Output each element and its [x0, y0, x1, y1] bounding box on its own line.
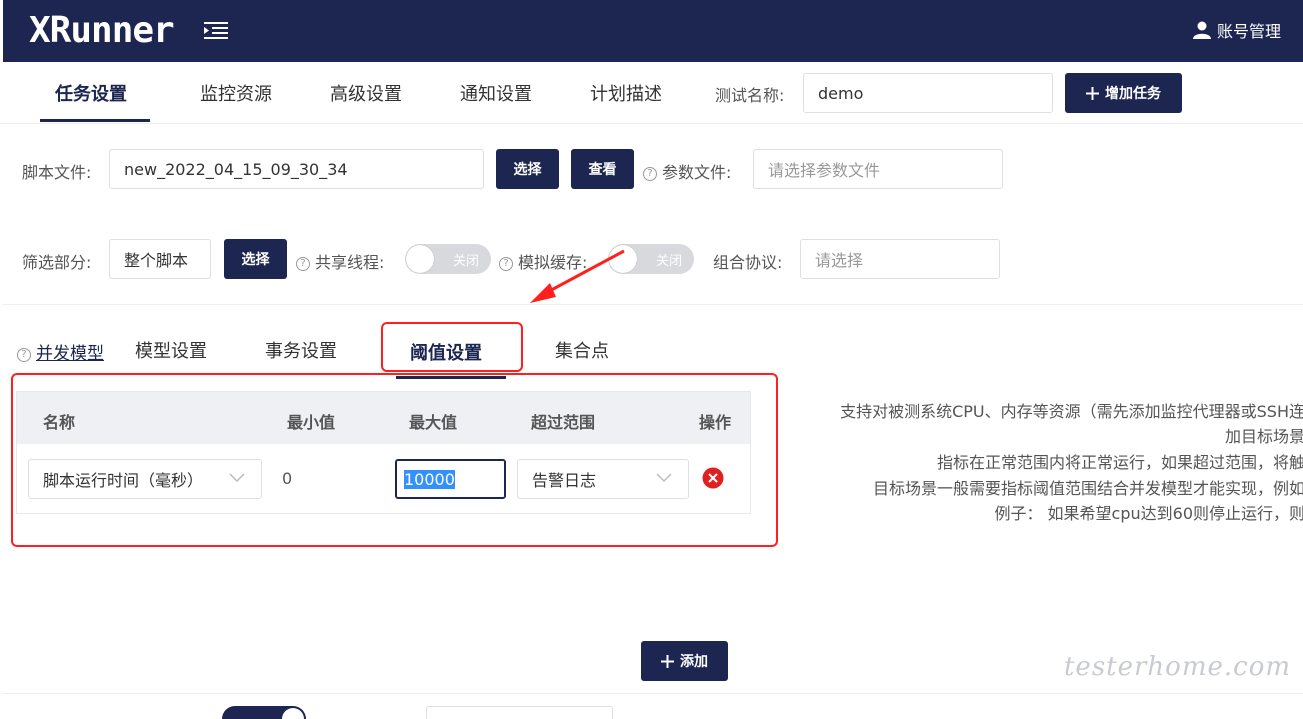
bottom-divider [3, 693, 1303, 694]
help-icon[interactable]: ? [296, 256, 310, 271]
subtab-rendezvous[interactable]: 集合点 [555, 337, 609, 363]
param-file-label-wrap: ? 参数文件: [643, 159, 731, 183]
param-file-label: 参数文件: [662, 163, 732, 182]
account-label: 账号管理 [1216, 22, 1281, 41]
toggle-state-label: 关闭 [452, 254, 479, 269]
partial-toggle[interactable] [222, 706, 308, 719]
help-icon[interactable]: ? [643, 166, 657, 181]
tab-plan-description[interactable]: 计划描述 [590, 80, 662, 106]
script-file-label: 脚本文件: [22, 163, 92, 182]
add-threshold-label: 添加 [680, 654, 708, 670]
shared-threads-label: 共享线程: [315, 253, 385, 272]
description-line-2: 加目标场景 [1224, 427, 1303, 446]
partial-input[interactable] [426, 706, 613, 719]
user-icon [1192, 21, 1211, 39]
active-tab-indicator [40, 119, 150, 122]
annotation-box-table [11, 373, 778, 547]
top-header: XRunner 账号管理 [3, 0, 1303, 62]
account-menu[interactable]: 账号管理 [1192, 18, 1281, 42]
subtab-model-settings[interactable]: 模型设置 [135, 337, 207, 363]
test-name-input[interactable]: demo [803, 73, 1053, 113]
plus-icon [661, 654, 674, 668]
shared-threads-label-wrap: ? 共享线程: [296, 249, 384, 273]
param-file-input[interactable]: 请选择参数文件 [753, 149, 1003, 189]
filter-part-input[interactable]: 整个脚本 [109, 239, 211, 279]
watermark: testerhome.com [1063, 652, 1291, 682]
help-icon[interactable]: ? [17, 347, 31, 362]
subtab-transaction-settings[interactable]: 事务设置 [265, 337, 337, 363]
toggle-knob [406, 245, 434, 273]
toggle-state-label: 关闭 [655, 254, 682, 269]
description-line-5: 例子： 如果希望cpu达到60则停止运行，则 [994, 504, 1303, 523]
menu-collapse-icon[interactable] [203, 21, 229, 41]
main-tabs: 任务设置 监控资源 高级设置 通知设置 计划描述 测试名称: demo 增加任务 [0, 62, 1303, 124]
help-icon[interactable]: ? [499, 256, 513, 271]
description-line-1: 支持对被测系统CPU、内存等资源（需先添加监控代理器或SSH连 [840, 402, 1303, 421]
plus-icon [1086, 86, 1099, 100]
shared-threads-toggle[interactable]: 关闭 [405, 244, 491, 274]
app-logo[interactable]: XRunner [29, 10, 175, 52]
concurrency-model-link[interactable]: 并发模型 [36, 344, 104, 364]
add-task-label: 增加任务 [1105, 86, 1161, 102]
test-name-label: 测试名称: [715, 86, 785, 105]
tab-notification-settings[interactable]: 通知设置 [460, 80, 532, 106]
combo-protocol-select[interactable]: 请选择 [800, 239, 1000, 279]
add-task-button[interactable]: 增加任务 [1065, 73, 1182, 113]
description-line-3: 指标在正常范围内将正常运行，如果超过范围，将触 [936, 453, 1303, 472]
description-line-4: 目标场景一般需要指标阈值范围结合并发模型才能实现，例如 [872, 479, 1303, 498]
script-view-button[interactable]: 查看 [571, 149, 634, 189]
annotation-arrow [530, 249, 625, 303]
script-file-input[interactable]: new_2022_04_15_09_30_34 [109, 149, 484, 189]
tab-task-settings[interactable]: 任务设置 [55, 80, 127, 106]
filter-part-label: 筛选部分: [22, 253, 92, 272]
filter-select-button[interactable]: 选择 [224, 239, 287, 279]
add-threshold-button[interactable]: 添加 [641, 641, 728, 681]
annotation-box-tab [381, 322, 523, 372]
description-panel: 支持对被测系统CPU、内存等资源（需先添加监控代理器或SSH连 加目标场景 指标… [780, 390, 1303, 530]
combo-protocol-label: 组合协议: [713, 253, 783, 272]
section-divider [3, 304, 1303, 305]
script-select-button[interactable]: 选择 [496, 149, 559, 189]
tab-monitor-resources[interactable]: 监控资源 [200, 80, 272, 106]
tab-advanced-settings[interactable]: 高级设置 [330, 80, 402, 106]
concurrency-model-link-wrap: ? 并发模型 [17, 339, 104, 364]
